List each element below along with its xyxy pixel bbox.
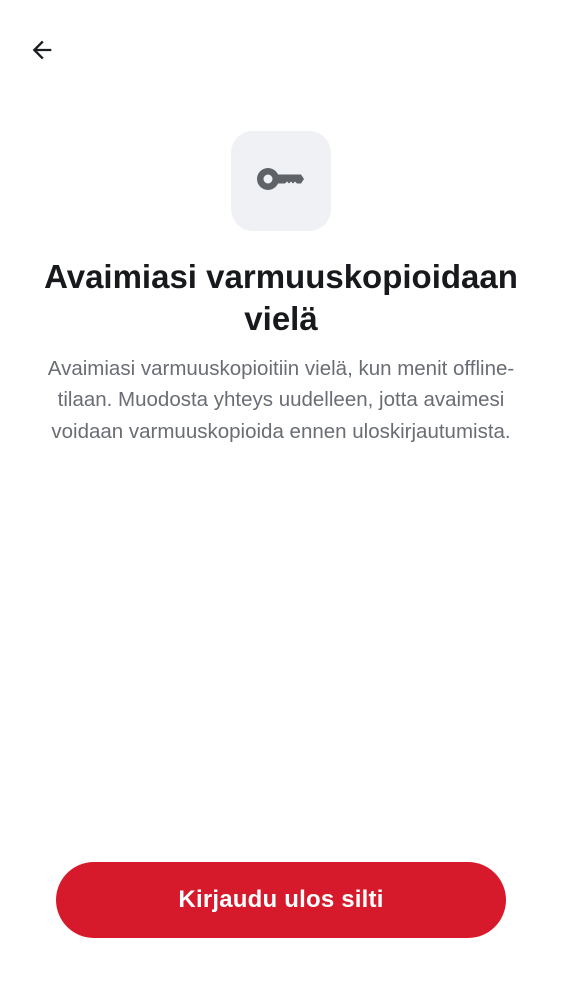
key-icon-tile bbox=[231, 131, 331, 231]
sign-out-anyway-button[interactable]: Kirjaudu ulos silti bbox=[56, 862, 506, 938]
page-description: Avaimiasi varmuuskopioitiin vielä, kun m… bbox=[47, 357, 515, 443]
page-title: Avaimiasi varmuuskopioidaan vielä bbox=[44, 258, 518, 337]
key-icon bbox=[257, 165, 305, 198]
arrow-left-icon bbox=[28, 36, 56, 64]
back-button[interactable] bbox=[20, 30, 64, 70]
